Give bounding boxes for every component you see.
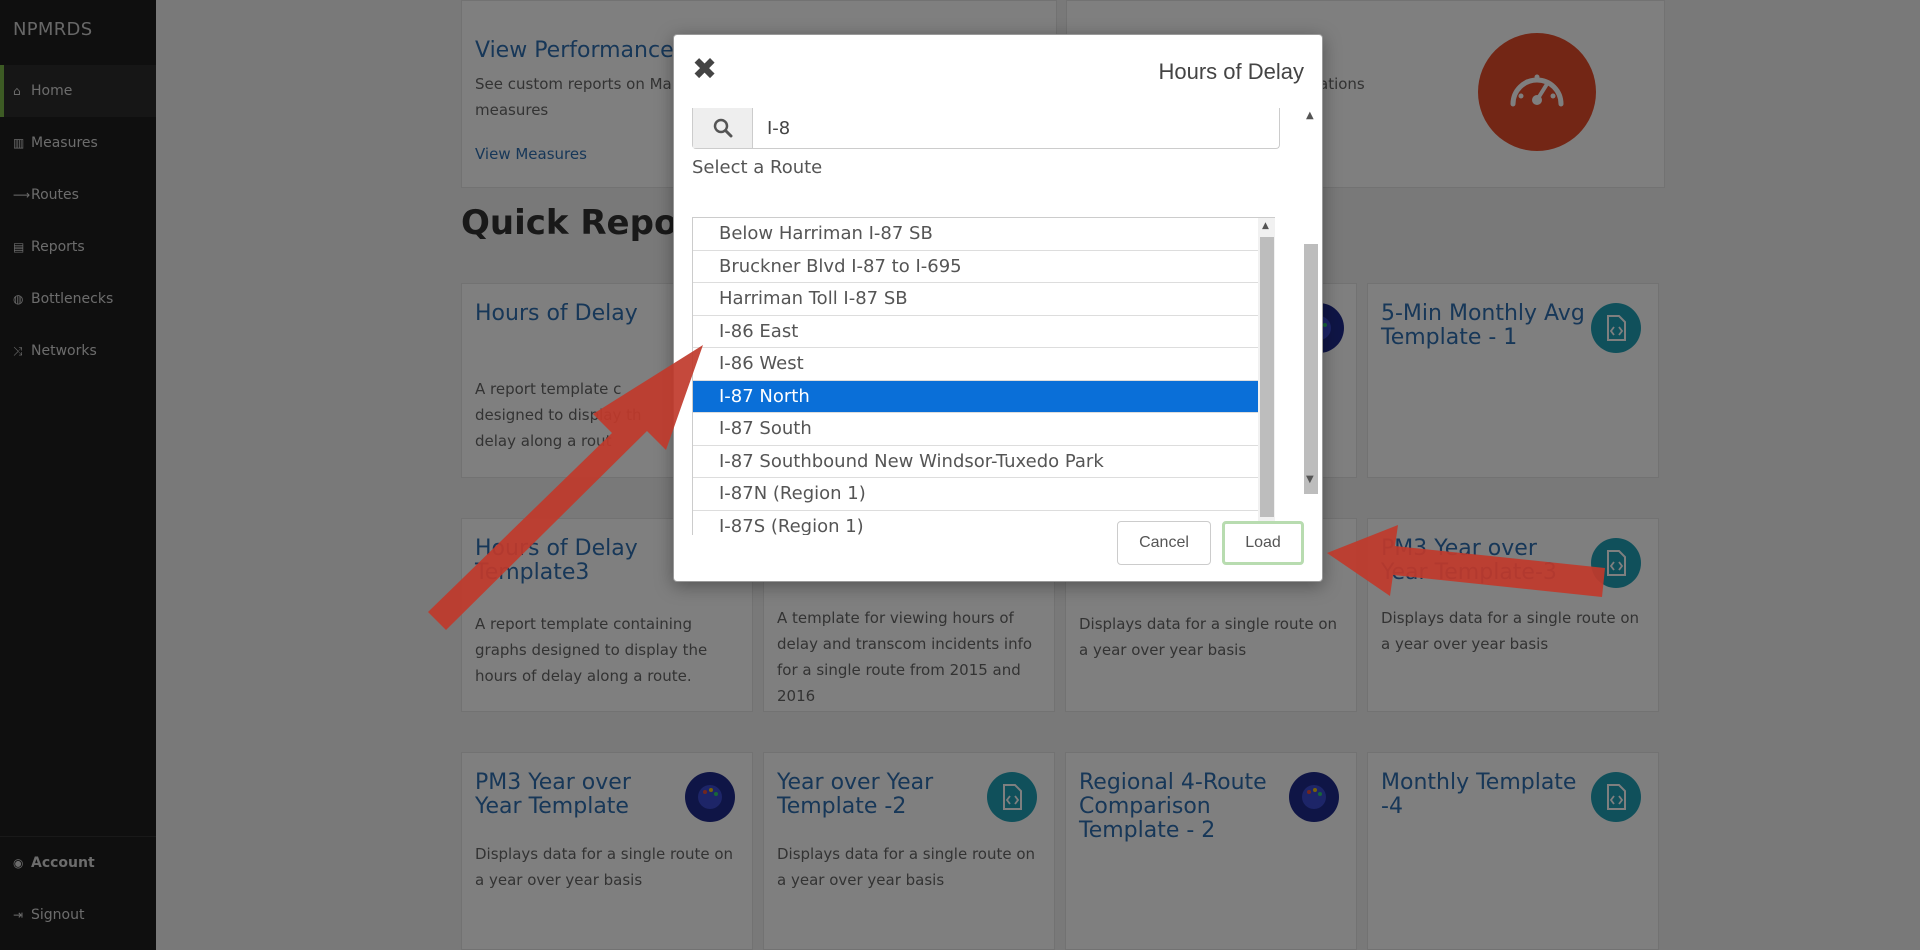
scroll-up-icon[interactable]: ▲ [1262, 221, 1269, 231]
route-option[interactable]: I-86 East [693, 315, 1258, 348]
route-option[interactable]: Below Harriman I-87 SB [693, 218, 1258, 251]
route-search [692, 108, 1280, 149]
modal-scrollbar[interactable]: ▲ ▼ [1302, 108, 1320, 535]
route-option[interactable]: I-86 West [693, 348, 1258, 381]
load-button[interactable]: Load [1222, 521, 1304, 565]
listbox-scroll-thumb[interactable] [1260, 237, 1274, 517]
route-listbox[interactable]: Below Harriman I-87 SB Bruckner Blvd I-8… [692, 217, 1275, 535]
route-option-selected[interactable]: I-87 North [693, 380, 1258, 413]
route-select-modal: ✖ Hours of Delay Select a Route Below Ha… [673, 34, 1323, 582]
scroll-up-icon[interactable]: ▲ [1306, 110, 1314, 121]
scroll-down-icon[interactable]: ▼ [1306, 474, 1314, 485]
route-search-input[interactable] [753, 108, 1279, 148]
modal-body: Select a Route Below Harriman I-87 SB Br… [692, 108, 1312, 535]
select-route-label: Select a Route [692, 157, 823, 178]
route-option[interactable]: Harriman Toll I-87 SB [693, 283, 1258, 316]
modal-title: Hours of Delay [1158, 59, 1304, 84]
modal-scroll-thumb[interactable] [1304, 244, 1318, 494]
route-option[interactable]: I-87 Southbound New Windsor-Tuxedo Park [693, 445, 1258, 478]
route-option[interactable]: Bruckner Blvd I-87 to I-695 [693, 250, 1258, 283]
close-icon[interactable]: ✖ [692, 55, 718, 85]
search-icon [693, 108, 753, 148]
cancel-button[interactable]: Cancel [1117, 521, 1211, 565]
route-option[interactable]: I-87 South [693, 413, 1258, 446]
route-option[interactable]: I-87N (Region 1) [693, 478, 1258, 511]
listbox-scrollbar[interactable]: ▲ ▼ [1258, 218, 1275, 535]
